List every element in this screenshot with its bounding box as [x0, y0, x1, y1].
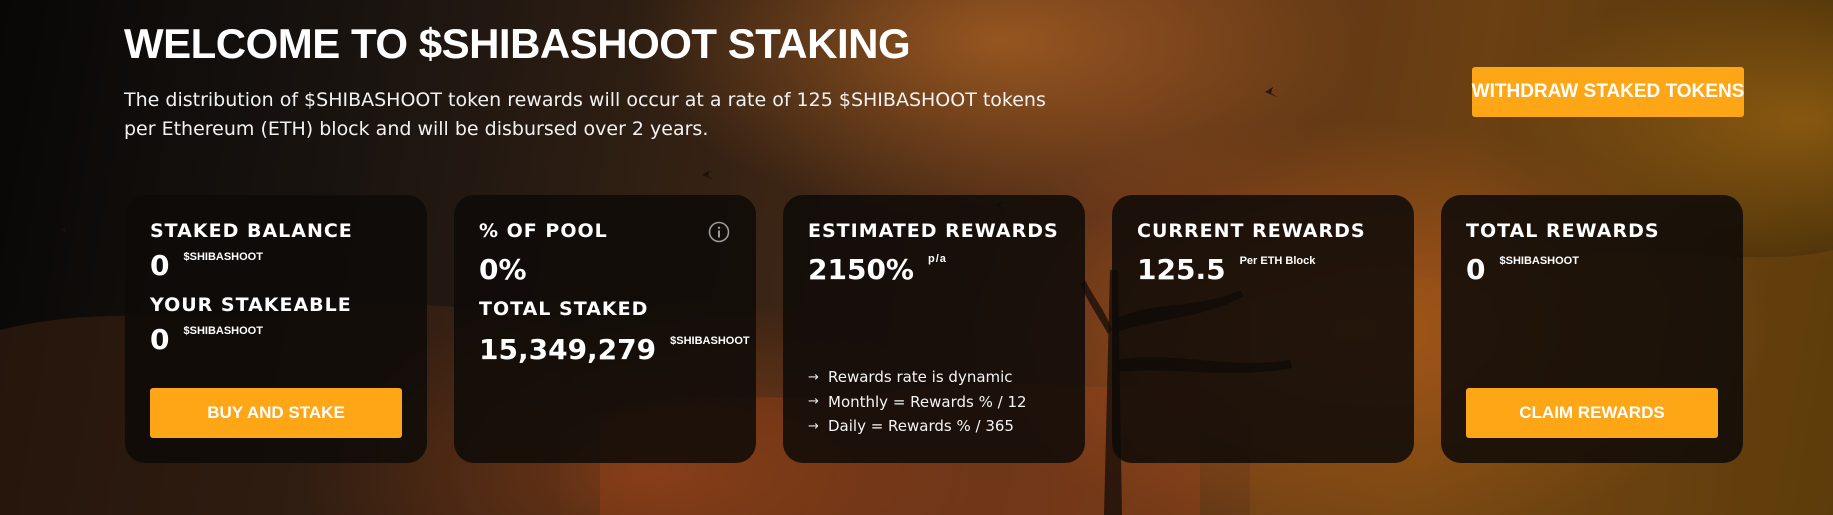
rewards-notes-list: → Rewards rate is dynamic → Monthly = Rewa…: [808, 365, 1027, 439]
withdraw-staked-tokens-button[interactable]: WITHDRAW STAKED TOKENS: [1472, 67, 1744, 117]
current-rewards-unit: Per ETH Block: [1239, 255, 1316, 267]
rewards-note-text: Daily = Rewards % / 365: [828, 417, 1014, 436]
pool-card: % OF POOL 0% TOTAL STAKED 15,349,279 $SH…: [454, 195, 756, 463]
page-title: WELCOME TO $SHIBASHOOT STAKING: [124, 20, 911, 67]
estimated-rewards-row: 2150% p/a: [808, 253, 1060, 287]
current-rewards-card: CURRENT REWARDS 125.5 Per ETH Block: [1112, 195, 1414, 463]
staked-balance-row: 0 $SHIBASHOOT: [150, 249, 402, 283]
staked-balance-card: STAKED BALANCE 0 $SHIBASHOOT YOUR STAKEA…: [125, 195, 427, 463]
total-rewards-value: 0: [1466, 253, 1486, 286]
arrow-right-icon: →: [808, 418, 819, 434]
total-staked-unit: $SHIBASHOOT: [670, 335, 750, 347]
list-item: → Rewards rate is dynamic: [808, 365, 1027, 390]
arrow-right-icon: →: [808, 369, 819, 385]
stakeable-label: YOUR STAKEABLE: [150, 294, 352, 316]
estimated-rewards-label: ESTIMATED REWARDS: [808, 220, 1059, 242]
stakeable-unit: $SHIBASHOOT: [183, 325, 263, 337]
list-item: → Monthly = Rewards % / 12: [808, 390, 1027, 415]
total-rewards-card: TOTAL REWARDS 0 $SHIBASHOOT CLAIM REWARD…: [1441, 195, 1743, 463]
hero-description: The distribution of $SHIBASHOOT token re…: [124, 89, 1046, 140]
rewards-note-text: Rewards rate is dynamic: [828, 368, 1013, 387]
current-rewards-label: CURRENT REWARDS: [1137, 220, 1366, 242]
current-rewards-value: 125.5: [1137, 253, 1226, 286]
staked-balance-unit: $SHIBASHOOT: [183, 251, 263, 263]
claim-rewards-button[interactable]: CLAIM REWARDS: [1466, 388, 1718, 438]
total-rewards-unit: $SHIBASHOOT: [1499, 255, 1579, 267]
pool-percent-value: 0%: [479, 253, 527, 286]
rewards-note-text: Monthly = Rewards % / 12: [828, 392, 1027, 411]
total-rewards-label: TOTAL REWARDS: [1466, 220, 1660, 242]
total-staked-label: TOTAL STAKED: [479, 298, 649, 320]
total-rewards-row: 0 $SHIBASHOOT: [1466, 253, 1718, 287]
estimated-rewards-unit: p/a: [927, 253, 947, 265]
stakeable-value: 0: [150, 323, 170, 356]
total-staked-row: 15,349,279 $SHIBASHOOT: [479, 333, 750, 367]
total-staked-value: 15,349,279: [479, 333, 657, 366]
estimated-rewards-value: 2150%: [808, 253, 914, 286]
arrow-right-icon: →: [808, 394, 819, 410]
info-icon[interactable]: [708, 221, 730, 243]
estimated-rewards-card: ESTIMATED REWARDS 2150% p/a → Rewards rat…: [783, 195, 1085, 463]
hero-section: WELCOME TO $SHIBASHOOT STAKING The distr…: [124, 18, 1054, 144]
pool-percent-row: 0%: [479, 253, 731, 287]
list-item: → Daily = Rewards % / 365: [808, 414, 1027, 439]
pool-percent-label: % OF POOL: [479, 220, 608, 242]
buy-and-stake-button[interactable]: BUY AND STAKE: [150, 388, 402, 438]
stakeable-row: 0 $SHIBASHOOT: [150, 323, 402, 357]
staked-balance-label: STAKED BALANCE: [150, 220, 353, 242]
staked-balance-value: 0: [150, 249, 170, 282]
current-rewards-row: 125.5 Per ETH Block: [1137, 253, 1389, 287]
